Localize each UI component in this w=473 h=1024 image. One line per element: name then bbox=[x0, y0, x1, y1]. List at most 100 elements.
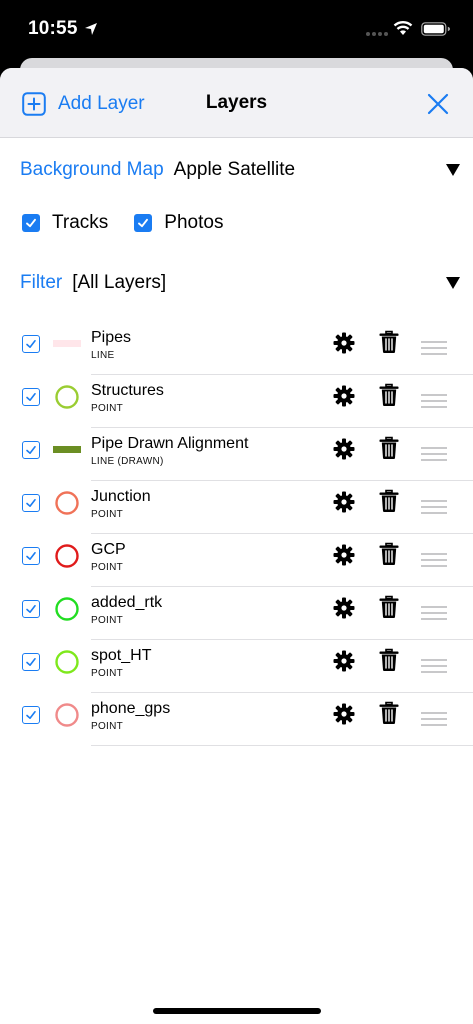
layer-type: POINT bbox=[91, 615, 124, 626]
circle-swatch bbox=[55, 650, 79, 674]
layer-row[interactable]: Pipe Drawn Alignment LINE (DRAWN) bbox=[0, 428, 473, 481]
layer-type: LINE bbox=[91, 350, 115, 361]
line-symbol-icon bbox=[53, 446, 81, 453]
gear-icon[interactable] bbox=[333, 491, 355, 513]
drag-handle-icon[interactable] bbox=[420, 393, 448, 409]
layer-list: Pipes LINE Structures POINT Pipe Drawn A… bbox=[0, 322, 473, 746]
circle-swatch bbox=[55, 491, 79, 515]
layer-name: spot_HT bbox=[91, 647, 152, 664]
checkmark-icon bbox=[26, 658, 36, 666]
line-symbol-icon bbox=[53, 340, 81, 347]
layer-row[interactable]: phone_gps POINT bbox=[0, 693, 473, 746]
layer-visibility-checkbox[interactable] bbox=[22, 547, 40, 565]
filter-label: Filter bbox=[20, 272, 63, 293]
layer-type: POINT bbox=[91, 721, 124, 732]
page-title: Layers bbox=[205, 92, 268, 113]
circle-swatch bbox=[55, 703, 79, 727]
filter-selector[interactable]: Filter [All Layers] bbox=[20, 266, 460, 300]
status-bar: 10:55 bbox=[0, 0, 473, 62]
checkmark-icon bbox=[26, 552, 36, 560]
drag-handle-icon[interactable] bbox=[420, 605, 448, 621]
line-swatch bbox=[53, 340, 81, 347]
checkmark-icon bbox=[26, 499, 36, 507]
circle-symbol-icon bbox=[55, 650, 79, 674]
layer-row[interactable]: spot_HT POINT bbox=[0, 640, 473, 693]
layer-type: POINT bbox=[91, 562, 124, 573]
drag-handle-icon[interactable] bbox=[420, 499, 448, 515]
layer-row[interactable]: added_rtk POINT bbox=[0, 587, 473, 640]
trash-icon[interactable] bbox=[378, 595, 400, 619]
layer-row[interactable]: Junction POINT bbox=[0, 481, 473, 534]
dropdown-triangle-icon bbox=[446, 277, 460, 289]
layer-name: Structures bbox=[91, 382, 164, 399]
trash-icon[interactable] bbox=[378, 383, 400, 407]
circle-swatch bbox=[55, 544, 79, 568]
background-map-selector[interactable]: Background Map Apple Satellite bbox=[20, 152, 460, 188]
checkmark-icon bbox=[26, 218, 36, 228]
drag-handle-icon[interactable] bbox=[420, 552, 448, 568]
layer-visibility-checkbox[interactable] bbox=[22, 335, 40, 353]
layer-visibility-checkbox[interactable] bbox=[22, 494, 40, 512]
close-icon[interactable] bbox=[426, 92, 450, 116]
home-indicator bbox=[153, 1008, 321, 1014]
gear-icon[interactable] bbox=[333, 650, 355, 672]
cellular-signal-icon bbox=[366, 32, 388, 36]
drag-handle-icon[interactable] bbox=[420, 658, 448, 674]
checkmark-icon bbox=[26, 605, 36, 613]
row-divider bbox=[91, 745, 473, 746]
trash-icon[interactable] bbox=[378, 436, 400, 460]
layer-visibility-checkbox[interactable] bbox=[22, 441, 40, 459]
layer-visibility-checkbox[interactable] bbox=[22, 653, 40, 671]
photos-checkbox[interactable] bbox=[134, 214, 153, 232]
circle-symbol-icon bbox=[55, 703, 79, 727]
gear-icon[interactable] bbox=[333, 385, 355, 407]
filter-value: [All Layers] bbox=[72, 272, 167, 293]
layer-name: Pipes bbox=[91, 329, 132, 346]
checkmark-icon bbox=[26, 711, 36, 719]
gear-icon[interactable] bbox=[333, 597, 355, 619]
drag-handle-icon[interactable] bbox=[420, 446, 448, 462]
gear-icon[interactable] bbox=[333, 438, 355, 460]
dropdown-triangle-icon bbox=[446, 164, 460, 176]
drag-handle-icon[interactable] bbox=[420, 340, 448, 356]
tracks-label: Tracks bbox=[52, 212, 109, 233]
status-time: 10:55 bbox=[28, 18, 78, 39]
drag-handle-icon[interactable] bbox=[420, 711, 448, 727]
trash-icon[interactable] bbox=[378, 648, 400, 672]
circle-symbol-icon bbox=[55, 597, 79, 621]
layer-type: POINT bbox=[91, 668, 124, 679]
photos-label: Photos bbox=[164, 212, 224, 233]
layer-name: added_rtk bbox=[91, 594, 163, 611]
location-arrow-icon bbox=[85, 23, 97, 35]
circle-swatch bbox=[55, 597, 79, 621]
trash-icon[interactable] bbox=[378, 542, 400, 566]
trash-icon[interactable] bbox=[378, 701, 400, 725]
layer-row[interactable]: Structures POINT bbox=[0, 375, 473, 428]
sheet-header: Add Layer Layers bbox=[0, 68, 473, 138]
checkmark-icon bbox=[26, 340, 36, 348]
layer-row[interactable]: Pipes LINE bbox=[0, 322, 473, 375]
checkmark-icon bbox=[26, 446, 36, 454]
battery-icon bbox=[421, 22, 450, 36]
circle-symbol-icon bbox=[55, 385, 79, 409]
layer-name: GCP bbox=[91, 541, 126, 558]
display-toggles: Tracks Photos bbox=[22, 208, 223, 238]
gear-icon[interactable] bbox=[333, 703, 355, 725]
circle-symbol-icon bbox=[55, 491, 79, 515]
trash-icon[interactable] bbox=[378, 489, 400, 513]
layer-visibility-checkbox[interactable] bbox=[22, 388, 40, 406]
trash-icon[interactable] bbox=[378, 330, 400, 354]
checkmark-icon bbox=[26, 393, 36, 401]
line-swatch bbox=[53, 446, 81, 453]
gear-icon[interactable] bbox=[333, 332, 355, 354]
layer-visibility-checkbox[interactable] bbox=[22, 600, 40, 618]
tracks-checkbox[interactable] bbox=[22, 214, 40, 232]
layer-row[interactable]: GCP POINT bbox=[0, 534, 473, 587]
gear-icon[interactable] bbox=[333, 544, 355, 566]
layer-type: LINE (DRAWN) bbox=[91, 456, 164, 467]
layer-type: POINT bbox=[91, 403, 124, 414]
layer-visibility-checkbox[interactable] bbox=[22, 706, 40, 724]
layers-sheet: Add Layer Layers Background Map Apple Sa… bbox=[0, 68, 473, 1024]
layer-name: Pipe Drawn Alignment bbox=[91, 435, 249, 452]
background-map-label: Background Map bbox=[20, 159, 164, 180]
